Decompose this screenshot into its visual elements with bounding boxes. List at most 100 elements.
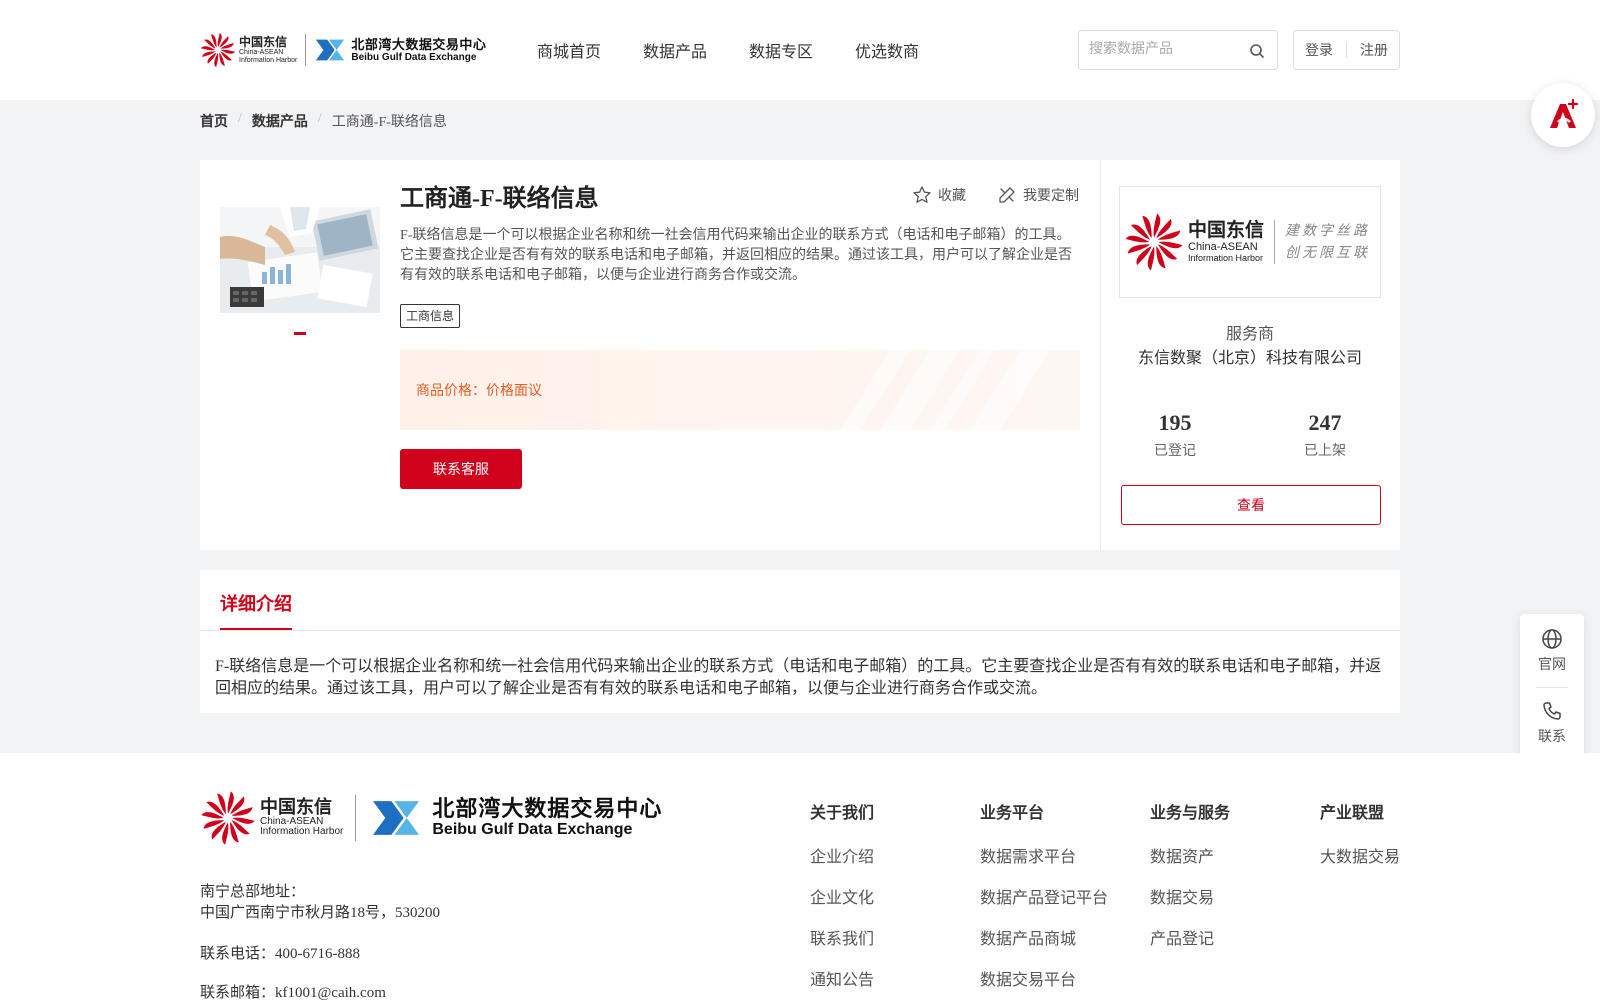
login-link[interactable]: 登录 — [1305, 40, 1333, 60]
nav-data-products[interactable]: 数据产品 — [643, 38, 707, 62]
floating-panel-divider — [1536, 687, 1568, 688]
price-value: 价格面议 — [486, 384, 542, 399]
search-icon[interactable] — [1249, 43, 1265, 59]
price-label: 商品价格： — [416, 384, 486, 399]
main-nav: 商城首页 数据产品 数据专区 优选数商 — [537, 38, 961, 62]
official-site-button[interactable]: 官网 — [1520, 628, 1584, 674]
footer-link[interactable]: 企业介绍 — [810, 843, 874, 867]
provider-label: 服务商 — [1225, 326, 1274, 343]
beibu-gulf-mark-icon — [316, 39, 345, 61]
footer-link[interactable]: 联系我们 — [810, 925, 874, 949]
provider-logo-en2: Information Harbor — [1188, 252, 1264, 263]
footer-link[interactable]: 大数据交易 — [1320, 843, 1400, 867]
listed-stat: 247 已上架 — [1275, 410, 1375, 460]
footer-link[interactable]: 数据交易平台 — [980, 966, 1108, 990]
customize-button[interactable]: 我要定制 — [997, 185, 1079, 205]
footer-bg-wordmark: 北部湾大数据交易中心 Beibu Gulf Data Exchange — [432, 796, 663, 839]
beibu-gulf-wordmark: 北部湾大数据交易中心 Beibu Gulf Data Exchange — [351, 38, 486, 63]
floating-assistant-button[interactable] — [1531, 83, 1595, 147]
product-tag: 工商信息 — [400, 304, 461, 328]
breadcrumb-home[interactable]: 首页 — [200, 111, 228, 131]
star-icon — [913, 186, 931, 203]
contact-float-button[interactable]: 联系 — [1520, 700, 1584, 746]
register-link[interactable]: 注册 — [1360, 40, 1388, 60]
footer-logo-bg-cn: 北部湾大数据交易中心 — [432, 796, 663, 822]
provider-slogan-line1: 建数字丝路 — [1285, 223, 1371, 239]
provider-logo-en1: China-ASEAN — [1188, 241, 1258, 254]
footer-link[interactable]: 数据需求平台 — [980, 843, 1108, 867]
nav-data-zone[interactable]: 数据专区 — [749, 38, 813, 62]
contact-service-button[interactable]: 联系客服 — [400, 449, 522, 489]
footer-col-head: 业务与服务 — [1150, 805, 1231, 822]
auth-box: 登录 注册 — [1293, 30, 1400, 70]
provider-logo: 中国东信 China-ASEAN Information Harbor 建数字丝… — [1119, 186, 1381, 298]
floating-panel: 官网 联系 — [1520, 614, 1584, 760]
footer-link[interactable]: 数据产品商城 — [980, 925, 1108, 949]
site-header: 中国东信 China-ASEAN Information Harbor 北部湾大… — [0, 0, 1600, 100]
registered-count: 195 — [1158, 410, 1192, 435]
footer-col-head: 关于我们 — [810, 805, 875, 822]
tab-divider — [200, 630, 1400, 631]
footer-col-about: 关于我们 企业介绍 企业文化 联系我们 通知公告 — [810, 799, 874, 1000]
footer-address: 南宁总部地址： 中国广西南宁市秋月路18号，530200 — [200, 882, 440, 924]
logo-ca-en1: China-ASEAN — [239, 49, 284, 56]
footer-link[interactable]: 数据交易 — [1150, 884, 1230, 908]
listed-count: 247 — [1308, 410, 1342, 435]
tab-detail[interactable]: 详细介绍 — [220, 590, 292, 616]
china-asean-flower-icon — [1125, 213, 1183, 271]
china-asean-wordmark: 中国东信 China-ASEAN Information Harbor — [239, 36, 297, 64]
footer-link[interactable]: 产品登记 — [1150, 925, 1230, 949]
phone-icon — [1543, 702, 1561, 720]
breadcrumb-category[interactable]: 数据产品 — [252, 111, 308, 131]
provider-slogan: 建数字丝路 创无限互联 — [1285, 220, 1370, 264]
contact-float-label: 联系 — [1538, 730, 1566, 745]
logo-bg-en: Beibu Gulf Data Exchange — [351, 51, 477, 63]
logo-divider — [305, 34, 307, 66]
view-provider-button[interactable]: 查看 — [1121, 485, 1381, 525]
china-asean-flower-icon — [201, 791, 255, 845]
registered-label: 已登记 — [1154, 444, 1196, 459]
footer-col-platform: 业务平台 数据需求平台 数据产品登记平台 数据产品商城 数据交易平台 — [980, 799, 1108, 1000]
site-logo[interactable]: 中国东信 China-ASEAN Information Harbor 北部湾大… — [200, 30, 500, 70]
carousel-indicator[interactable] — [294, 332, 306, 335]
search-input[interactable] — [1089, 32, 1249, 68]
product-image[interactable] — [220, 207, 380, 313]
product-description: F-联络信息是一个可以根据企业名称和统一社会信用代码来输出企业的联系方式（电话和… — [400, 228, 1072, 283]
favorite-label: 收藏 — [938, 189, 966, 204]
logo-bg-cn: 北部湾大数据交易中心 — [351, 36, 487, 52]
product-title: 工商通-F-联络信息 — [400, 186, 599, 212]
provider-slogan-line2: 创无限互联 — [1285, 245, 1371, 261]
footer-link[interactable]: 企业文化 — [810, 884, 874, 908]
footer-link[interactable]: 数据资产 — [1150, 843, 1230, 867]
footer-col-services: 业务与服务 数据资产 数据交易 产品登记 — [1150, 799, 1230, 966]
globe-icon — [1542, 629, 1562, 649]
nav-mall-home[interactable]: 商城首页 — [537, 38, 601, 62]
china-asean-flower-icon — [200, 32, 236, 68]
favorite-button[interactable]: 收藏 — [912, 185, 966, 205]
footer-col-head: 业务平台 — [980, 805, 1045, 822]
price-panel-decoration — [840, 350, 1050, 430]
breadcrumb-current: 工商通-F-联络信息 — [331, 115, 447, 130]
footer-phone: 联系电话：400-6716-888 — [200, 946, 360, 962]
footer-logo: 中国东信 China-ASEAN Information Harbor 北部湾大… — [200, 790, 662, 846]
beibu-gulf-mark-icon — [373, 801, 420, 835]
logo-ca-en2: Information Harbor — [239, 57, 298, 64]
footer-ca-wordmark: 中国东信 China-ASEAN Information Harbor — [260, 798, 343, 838]
customize-icon — [999, 187, 1015, 203]
auth-divider — [1346, 42, 1347, 58]
business-meeting-photo — [220, 207, 380, 313]
listed-label: 已上架 — [1304, 444, 1346, 459]
provider-logo-cn: 中国东信 — [1188, 219, 1265, 241]
footer-link[interactable]: 通知公告 — [810, 966, 874, 990]
footer-address-label: 南宁总部地址： — [200, 884, 306, 900]
logo-ca-cn: 中国东信 — [239, 35, 288, 49]
provider-wordmark: 中国东信 China-ASEAN Information Harbor — [1188, 219, 1265, 264]
official-site-label: 官网 — [1538, 658, 1566, 673]
nav-preferred-vendors[interactable]: 优选数商 — [855, 38, 919, 62]
provider-name: 东信数聚（北京）科技有限公司 — [1137, 350, 1362, 367]
footer-email: 联系邮箱：kf1001@caih.com — [200, 985, 386, 1000]
footer-link[interactable]: 数据产品登记平台 — [980, 884, 1108, 908]
breadcrumb-separator: / — [317, 111, 322, 126]
footer-logo-bg-en: Beibu Gulf Data Exchange — [432, 821, 633, 839]
footer-col-head: 产业联盟 — [1320, 805, 1385, 822]
